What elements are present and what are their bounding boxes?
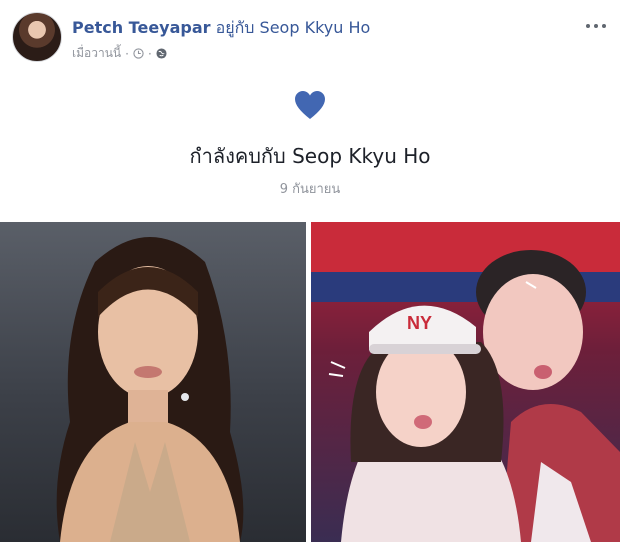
with-label: อยู่กับ xyxy=(215,18,255,37)
couple-selfie-photo[interactable]: NY xyxy=(311,222,620,542)
photo-grid: NY xyxy=(0,222,620,542)
portrait-photo[interactable] xyxy=(0,222,306,542)
selfie-illustration: NY xyxy=(311,222,620,542)
more-options-icon[interactable] xyxy=(584,16,608,36)
timestamp[interactable]: เมื่อวานนี้ xyxy=(72,44,121,63)
post-header: Petch Teeyapar อยู่กับ Seop Kkyu Ho เมื่… xyxy=(12,8,608,66)
header-line: Petch Teeyapar อยู่กับ Seop Kkyu Ho xyxy=(72,16,370,41)
life-event: กำลังคบกับ Seop Kkyu Ho 9 กันยายน xyxy=(0,88,620,208)
svg-text:NY: NY xyxy=(407,313,432,333)
portrait-illustration xyxy=(56,237,244,542)
meta-separator: · xyxy=(125,46,129,61)
heart-icon xyxy=(295,91,325,119)
post-meta: เมื่อวานนี้ · · xyxy=(72,44,167,63)
avatar[interactable] xyxy=(12,12,62,62)
clock-icon xyxy=(133,48,144,59)
globe-icon[interactable] xyxy=(156,48,167,59)
meta-separator: · xyxy=(147,46,152,61)
tagged-person[interactable]: Seop Kkyu Ho xyxy=(260,18,371,37)
life-event-title: กำลังคบกับ Seop Kkyu Ho xyxy=(189,144,431,168)
life-event-date: 9 กันยายน xyxy=(279,182,341,197)
author-name[interactable]: Petch Teeyapar xyxy=(72,18,211,37)
